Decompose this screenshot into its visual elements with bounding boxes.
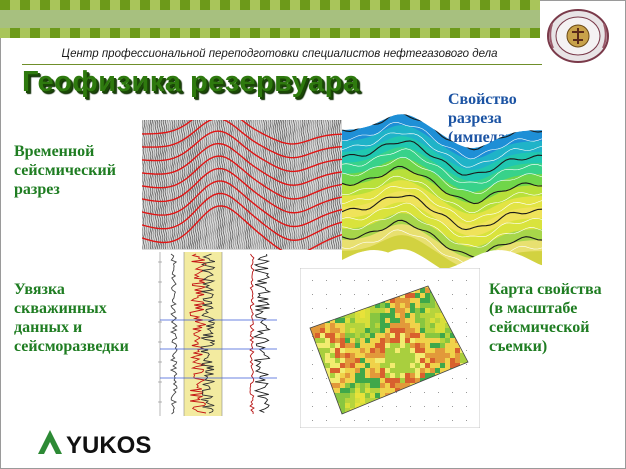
well-tie-image (152, 250, 282, 420)
label-seismic-section: Временной сейсмический разрез (14, 143, 116, 198)
yukos-logo: YUKOS (36, 426, 176, 463)
center-title: Центр профессиональной переподготовки сп… (61, 48, 498, 60)
logo-text: YUKOS (66, 432, 151, 458)
emblem-icon (547, 9, 609, 63)
decorative-stripe (0, 0, 540, 38)
label-property-map: Карта свойства (в масштабе сейсмической … (489, 281, 602, 355)
yukos-logo-icon: YUKOS (38, 430, 151, 459)
slide-title: Геофизика резервуара (22, 66, 360, 98)
header-divider (22, 64, 542, 65)
seismic-section-image (142, 120, 342, 250)
label-well-tie: Увязка скважинных данных и сейсморазведк… (14, 281, 129, 355)
impedance-section-image (342, 114, 542, 270)
property-map-image (300, 268, 480, 428)
